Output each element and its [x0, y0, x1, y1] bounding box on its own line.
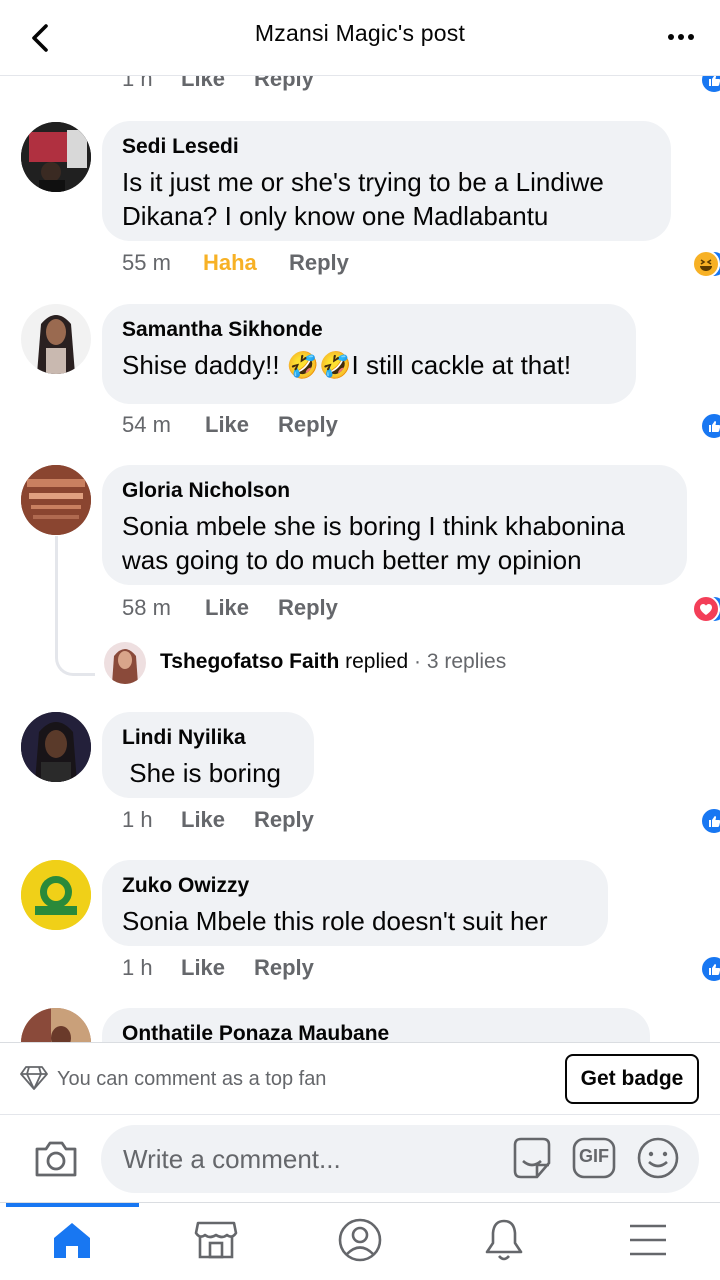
profile-icon: [337, 1217, 383, 1268]
tab-marketplace[interactable]: [144, 1203, 288, 1280]
avatar[interactable]: [21, 860, 91, 930]
avatar[interactable]: [21, 465, 91, 535]
comment-text: Shise daddy!! 🤣🤣I still cackle at that!: [122, 350, 572, 380]
love-reaction-icon: [692, 595, 720, 623]
app-screen: 1 h Like Reply 1 Sedi Lesedi Is it just …: [0, 0, 720, 1280]
reply-avatar: [104, 642, 146, 684]
haha-button[interactable]: Haha: [203, 250, 257, 276]
bell-icon: [482, 1217, 526, 1268]
comment-bubble[interactable]: Samantha Sikhonde Shise daddy!! 🤣🤣I stil…: [102, 304, 636, 404]
menu-icon: [628, 1222, 668, 1263]
avatar[interactable]: [21, 122, 91, 192]
avatar[interactable]: [21, 304, 91, 374]
home-icon: [50, 1220, 94, 1265]
like-reaction-icon: [700, 412, 720, 440]
commenter-name[interactable]: Sedi Lesedi: [122, 135, 651, 159]
haha-reaction-icon: [692, 250, 720, 278]
like-reaction-icon: [700, 807, 720, 835]
comment-time: 55 m: [122, 250, 171, 275]
comment-time: 58 m: [122, 595, 171, 620]
like-button[interactable]: Like: [205, 595, 249, 621]
commenter-name[interactable]: Onthatile Ponaza Maubane: [122, 1022, 630, 1042]
like-button[interactable]: Like: [181, 807, 225, 833]
commenter-name[interactable]: Gloria Nicholson: [122, 479, 667, 503]
tab-profile[interactable]: [288, 1203, 432, 1280]
replies-count: · 3 replies: [414, 650, 507, 673]
tab-home[interactable]: [0, 1203, 144, 1280]
comment-text: Is it just me or she's trying to be a Li…: [122, 167, 604, 231]
comment-bubble[interactable]: Gloria Nicholson Sonia mbele she is bori…: [102, 465, 687, 585]
comment-text: She is boring: [122, 758, 281, 788]
comment-meta-row: 1 h Like Reply 18: [0, 807, 720, 841]
avatar[interactable]: [21, 1008, 91, 1042]
bottom-tab-bar: [0, 1202, 720, 1280]
comment-bubble[interactable]: Onthatile Ponaza Maubane: [102, 1008, 650, 1042]
reply-button[interactable]: Reply: [278, 595, 338, 621]
gif-icon[interactable]: GIF: [571, 1135, 617, 1181]
commenter-name[interactable]: Samantha Sikhonde: [122, 318, 616, 342]
reply-button[interactable]: Reply: [289, 250, 349, 276]
like-button[interactable]: Like: [205, 412, 249, 438]
replied-label: replied: [345, 650, 409, 673]
page-title: Mzansi Magic's post: [254, 20, 466, 46]
like-button[interactable]: Like: [181, 955, 225, 981]
commenter-name[interactable]: Lindi Nyilika: [122, 726, 294, 750]
get-badge-button[interactable]: Get badge: [565, 1054, 699, 1104]
comment-text: Sonia mbele she is boring I think khabon…: [122, 511, 625, 575]
comment-bubble[interactable]: Sedi Lesedi Is it just me or she's tryin…: [102, 121, 671, 241]
comment-meta-row: 1 h Like Reply 17: [0, 955, 720, 989]
replier-name: Tshegofatso Faith: [160, 650, 340, 673]
top-fan-bar: You can comment as a top fan Get badge: [0, 1042, 720, 1114]
gif-label: GIF: [579, 1146, 609, 1166]
top-fan-text: You can comment as a top fan: [57, 1068, 327, 1090]
like-reaction-icon: [700, 955, 720, 983]
comment-time: 1 h: [122, 807, 153, 832]
reply-button[interactable]: Reply: [254, 955, 314, 981]
comment-composer: GIF: [0, 1114, 720, 1202]
more-dots-icon[interactable]: [666, 22, 696, 59]
comment-text: Sonia Mbele this role doesn't suit her: [122, 906, 548, 936]
avatar[interactable]: [21, 712, 91, 782]
post-header: Mzansi Magic's post: [0, 0, 720, 76]
marketplace-icon: [194, 1219, 238, 1266]
commenter-name[interactable]: Zuko Owizzy: [122, 874, 588, 898]
comment-meta-row: 55 m Haha Reply 4: [0, 250, 720, 284]
tab-menu[interactable]: [576, 1203, 720, 1280]
comment-bubble[interactable]: Lindi Nyilika She is boring: [102, 712, 314, 798]
reply-button[interactable]: Reply: [278, 412, 338, 438]
comment-meta-row: 58 m Like Reply 9: [0, 595, 720, 629]
emoji-icon[interactable]: [635, 1135, 681, 1181]
comment-bubble[interactable]: Zuko Owizzy Sonia Mbele this role doesn'…: [102, 860, 608, 946]
tab-notifications[interactable]: [432, 1203, 576, 1280]
comments-feed[interactable]: 1 h Like Reply 1 Sedi Lesedi Is it just …: [0, 0, 720, 1042]
comment-time: 54 m: [122, 412, 171, 437]
diamond-icon: [20, 1065, 48, 1091]
comment-time: 1 h: [122, 955, 153, 980]
camera-icon[interactable]: [33, 1137, 79, 1179]
reply-button[interactable]: Reply: [254, 807, 314, 833]
sticker-icon[interactable]: [509, 1135, 555, 1181]
comment-meta-row: 54 m Like Reply 1: [0, 412, 720, 446]
